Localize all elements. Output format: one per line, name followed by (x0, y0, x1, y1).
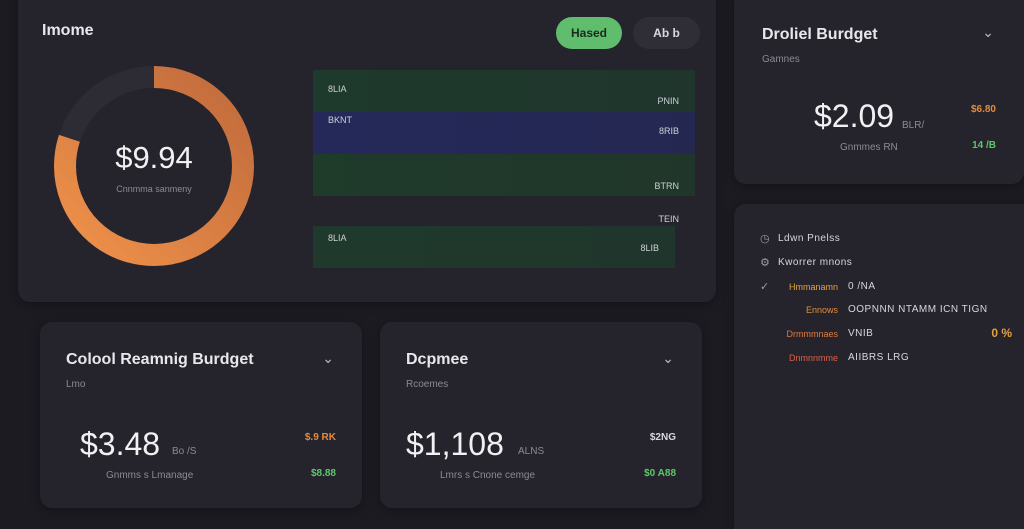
activity-list-panel: ◷ Ldwn Pnelss ⚙ Kworrer mnons ✓ Hmmanamn 0 /NA… (734, 204, 1024, 529)
list-item-key: Dnmnnmme (788, 352, 838, 363)
donut-caption: Cnnmma sanmeny (116, 184, 192, 194)
income-title: Imome (42, 22, 94, 39)
remaining-budget-title: Colool Reamnig Burdget (66, 351, 254, 368)
list-item[interactable]: ◷ Ldwn Pnelss (760, 232, 840, 245)
band-label: BKNT (328, 115, 353, 125)
band-top-value: TEIN (658, 214, 679, 224)
chevron-down-icon[interactable]: ⌄ (662, 350, 674, 367)
list-item[interactable]: ✓ Hmmanamn 0 /NA (760, 280, 876, 293)
expense-amount: $1,108 (406, 426, 504, 462)
overview-caption: Gnmmes RN (840, 142, 898, 153)
list-item[interactable]: Ennows OOPNNN NTAMM ICN TIGN (760, 304, 988, 315)
income-card: Imome Hased Ab b $9.94 Cnnmma sanmeny 8L… (18, 0, 716, 302)
overview-amount-suffix: BLR/ (902, 120, 925, 131)
list-item-value: Kworrer mnons (778, 257, 853, 268)
list-item-key: Drmmmnaes (786, 328, 838, 339)
expense-subtitle: Rcoemes (406, 379, 449, 390)
settings-icon: ⚙ (760, 257, 770, 269)
list-item-key: Ennows (805, 304, 838, 315)
band-label: 8LIA (328, 84, 347, 94)
remaining-budget-amount: $3.48 (80, 426, 161, 462)
list-item[interactable]: Dnmnnmme AIIBRS LRG (760, 352, 909, 363)
remaining-budget-delta-bottom: $8.88 (310, 468, 336, 479)
overview-title: Droliel Burdget (762, 26, 878, 43)
list-item-value: VNIB (848, 328, 874, 339)
expense-delta-bottom: $0 A88 (644, 468, 676, 479)
chevron-down-icon[interactable]: ⌄ (982, 24, 994, 41)
expense-amount-suffix: ALNS (518, 446, 545, 457)
list-item-value: 0 /NA (848, 281, 876, 292)
expense-title: Dcpmee (406, 351, 469, 368)
donut-value: $9.94 (115, 140, 193, 175)
list-item[interactable]: ⚙ Kworrer mnons (760, 256, 852, 269)
overview-delta-top: $6.80 (970, 104, 996, 115)
expense-caption: Lmrs s Cnone cemge (440, 470, 536, 481)
income-band-1: 8LIA PNIN (313, 70, 695, 112)
overview-amount: $2.09 (814, 98, 895, 134)
income-band-3: BTRN (313, 154, 695, 196)
income-band-4: 8LIA TEIN 8LIB (313, 214, 679, 268)
expense-delta-top: $2NG (649, 432, 676, 443)
primary-action-button[interactable]: Hased (556, 17, 622, 49)
expense-card: Dcpmee ⌄ Rcoemes $1,108 ALNS Lmrs s Cnon… (380, 322, 702, 508)
list-item-value: AIIBRS LRG (848, 352, 910, 363)
overview-budget-card: Droliel Burdget ⌄ Gamnes $2.09 BLR/ Gnmm… (734, 0, 1024, 184)
band-value: 8LIB (640, 243, 659, 253)
band-value: BTRN (654, 181, 680, 191)
income-band-2: BKNT 8RIB (313, 112, 695, 154)
band-value: PNIN (657, 96, 679, 106)
overview-delta-bottom: 14 /B (972, 140, 996, 151)
list-item-value: OOPNNN NTAMM ICN TIGN (848, 304, 988, 315)
check-icon: ✓ (760, 281, 770, 293)
remaining-budget-card: Colool Reamnig Burdget ⌄ Lmo $3.48 Bo /S… (40, 322, 362, 508)
chevron-down-icon[interactable]: ⌄ (322, 350, 334, 367)
list-item-key: Hmmanamn (788, 281, 838, 292)
list-item-value: Ldwn Pnelss (778, 233, 841, 244)
remaining-budget-caption: Gnmms s Lmanage (106, 470, 194, 481)
list-item[interactable]: Drmmmnaes VNIB (760, 328, 873, 339)
overview-subtitle: Gamnes (762, 54, 800, 65)
secondary-action-button[interactable]: Ab b (633, 17, 700, 49)
clock-icon: ◷ (760, 233, 770, 245)
list-item-trailing: 0 % (991, 326, 1012, 340)
remaining-budget-subtitle: Lmo (66, 379, 86, 390)
remaining-budget-amount-suffix: Bo /S (172, 446, 197, 457)
band-label: 8LIA (328, 233, 347, 243)
band-value: 8RIB (658, 126, 679, 136)
remaining-budget-delta-top: $.9 RK (304, 432, 336, 443)
